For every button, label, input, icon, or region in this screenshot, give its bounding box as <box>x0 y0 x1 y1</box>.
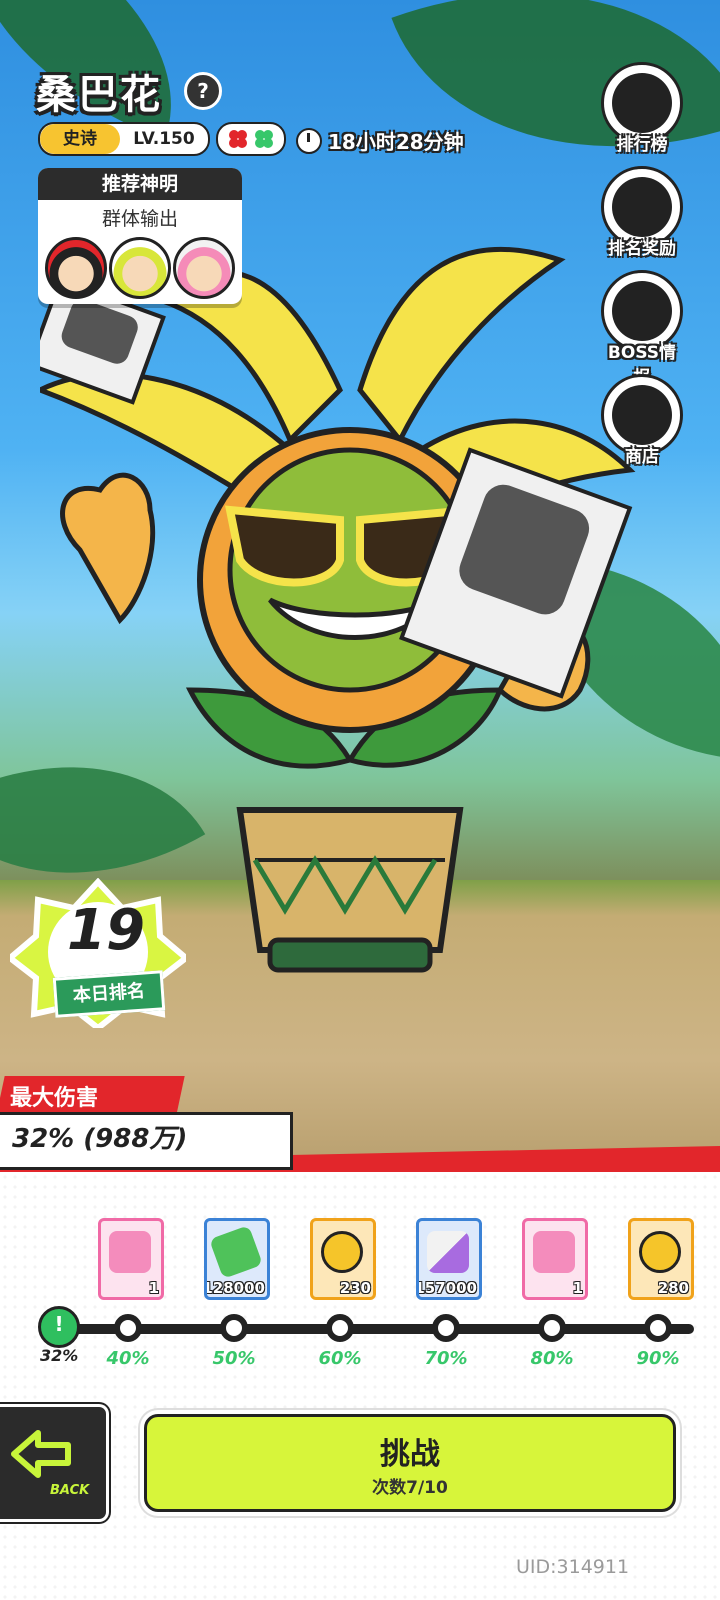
shop-label: 商店 <box>625 447 659 467</box>
reward-pink-gift-box[interactable]: 1 <box>98 1218 164 1300</box>
back-label: BACK <box>50 1483 90 1498</box>
current-progress-label: 32% <box>40 1346 79 1365</box>
user-id: UID:314911 <box>516 1556 630 1578</box>
milestone-label: 80% <box>530 1348 574 1369</box>
boss-pot <box>236 807 464 953</box>
pink-gift-box-icon <box>533 1231 575 1273</box>
max-damage-title: 最大伤害 <box>10 1086 99 1111</box>
rank-rewards-label: 排名奖励 <box>608 239 676 259</box>
reward-qty: 1 <box>148 1279 159 1297</box>
back-arrow-icon <box>11 1430 71 1478</box>
avatar-green[interactable] <box>109 237 171 299</box>
reward-paint-tube[interactable]: 157000 <box>416 1218 482 1300</box>
rank-rewards-button[interactable]: 排名奖励 <box>600 166 684 259</box>
reward-qty: 128000 <box>204 1279 265 1297</box>
gold-coin-icon <box>639 1231 681 1273</box>
boss-name: 桑巴花 <box>36 72 162 118</box>
max-damage-value: 32% (988万) <box>12 1124 188 1154</box>
level-label: LV.150 <box>133 129 195 149</box>
skull-icon <box>612 281 672 341</box>
boss-info-button[interactable]: BOSS情报 <box>600 270 684 388</box>
reward-qty: 280 <box>657 1279 689 1297</box>
reward-qty: 230 <box>339 1279 371 1297</box>
milestone-node <box>538 1314 566 1342</box>
paint-tube-icon <box>427 1231 469 1273</box>
daily-rank-label: 本日排名 <box>52 970 166 1018</box>
pink-gift-box-icon <box>109 1231 151 1273</box>
red-clover-icon <box>229 130 247 148</box>
cart-icon <box>612 385 672 445</box>
help-icon[interactable]: ? <box>184 72 222 110</box>
reward-qty: 1 <box>572 1279 583 1297</box>
back-button[interactable]: BACK <box>0 1404 109 1522</box>
gold-coin-icon <box>321 1231 363 1273</box>
challenge-title: 挑战 <box>380 1437 440 1472</box>
trophy-icon <box>612 73 672 133</box>
reward-qty: 157000 <box>416 1279 477 1297</box>
milestone-node <box>326 1314 354 1342</box>
clock-icon <box>296 127 322 154</box>
daily-rank-badge: 19 本日排名 <box>10 878 186 1028</box>
recommended-title: 推荐神明 <box>38 168 242 200</box>
recommended-subtitle: 群体输出 <box>101 208 178 230</box>
recommended-avatars <box>38 231 242 299</box>
current-progress-marker: ! <box>38 1306 80 1348</box>
avatar-pink[interactable] <box>173 237 235 299</box>
avatar-red[interactable] <box>45 237 107 299</box>
milestone-label: 70% <box>424 1348 468 1369</box>
boss-level-bar: 史诗 LV.150 <box>38 122 210 156</box>
shop-button[interactable]: 商店 <box>600 374 684 467</box>
milestone-node <box>220 1314 248 1342</box>
daily-rank-value: 19 <box>67 898 145 963</box>
challenge-attempts: 次数7/10 <box>372 1478 448 1498</box>
reward-pink-gift-box[interactable]: 1 <box>522 1218 588 1300</box>
recommended-gods-card[interactable]: 推荐神明 群体输出 <box>38 168 242 304</box>
green-clover-icon <box>255 130 273 148</box>
damage-progress-track <box>50 1324 694 1334</box>
leaderboard-button[interactable]: 排行榜 <box>600 62 684 155</box>
milestone-label: 50% <box>212 1348 256 1369</box>
milestone-label: 90% <box>636 1348 680 1369</box>
time-remaining: 18小时28分钟 <box>296 126 464 155</box>
reward-gold-coin[interactable]: 280 <box>628 1218 694 1300</box>
milestone-label: 40% <box>106 1348 150 1369</box>
challenge-button[interactable]: 挑战 次数7/10 <box>144 1414 676 1512</box>
milestone-node <box>432 1314 460 1342</box>
timer-text: 18小时28分钟 <box>328 130 464 154</box>
leaderboard-label: 排行榜 <box>616 135 668 155</box>
milestone-label: 60% <box>318 1348 362 1369</box>
milestone-node <box>644 1314 672 1342</box>
rarity-badge: 史诗 <box>40 124 120 154</box>
cash-icon <box>209 1225 263 1279</box>
reward-cash[interactable]: 128000 <box>204 1218 270 1300</box>
reward-gold-coin[interactable]: 230 <box>310 1218 376 1300</box>
milestone-node <box>114 1314 142 1342</box>
gift-box-icon <box>612 177 672 237</box>
element-icons <box>216 122 286 156</box>
